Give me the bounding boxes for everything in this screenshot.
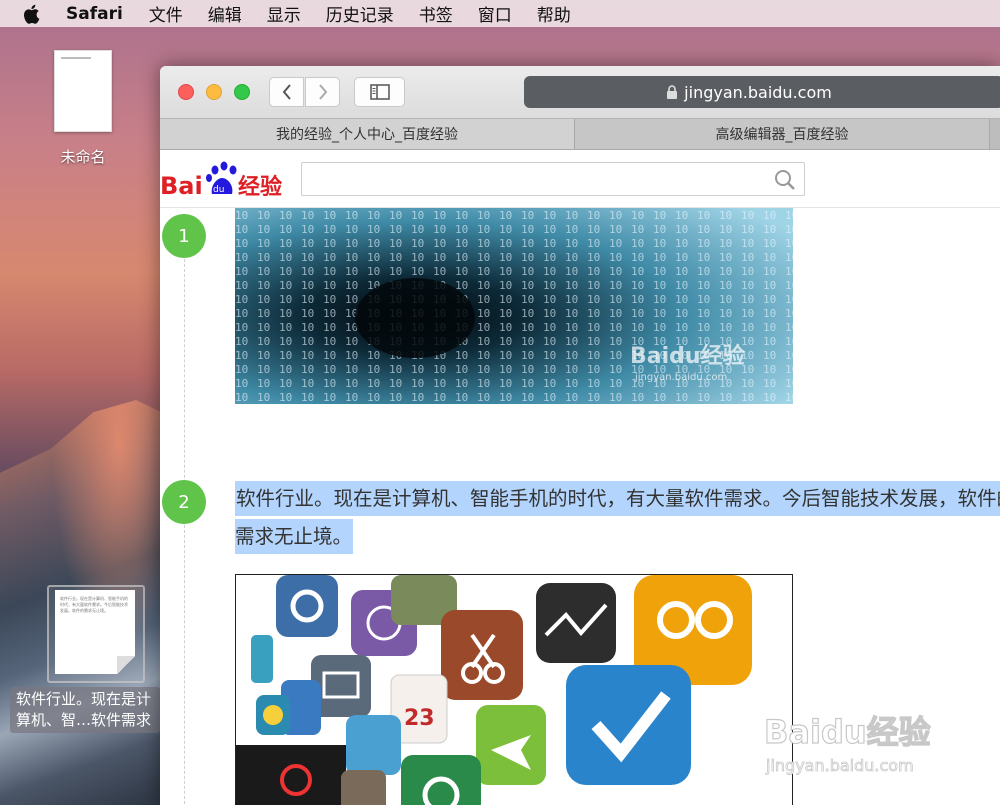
desktop-file-label-line1: 软件行业。现在是计 <box>16 690 152 708</box>
selected-text: 软件行业。现在是计算机、智能手机的时代，有大量软件需求。今后智能技术发展，软件的… <box>235 481 1000 554</box>
zoom-window-button[interactable] <box>234 84 250 100</box>
app-icons-image[interactable]: 23 <box>235 574 793 805</box>
svg-text:Bai: Bai <box>160 172 203 200</box>
svg-text:du: du <box>213 185 224 195</box>
menu-history[interactable]: 历史记录 <box>326 1 394 26</box>
app-icon-settings <box>276 575 338 637</box>
minimize-window-button[interactable] <box>206 84 222 100</box>
app-icon-emoji <box>256 695 290 735</box>
forward-button[interactable] <box>305 77 340 107</box>
svg-text:23: 23 <box>404 706 435 731</box>
tab-my-experience[interactable]: 我的经验_个人中心_百度经验 <box>160 119 576 149</box>
step-badge-2: 2 <box>162 480 206 524</box>
search-input[interactable] <box>302 163 762 195</box>
safari-window: jingyan.baidu.com 我的经验_个人中心_百度经验 高级编辑器_百… <box>160 66 1000 805</box>
address-bar[interactable]: jingyan.baidu.com <box>524 76 1000 108</box>
menu-file[interactable]: 文件 <box>149 1 183 26</box>
binary-tunnel-image[interactable]: 10 Baidu经验 jingyan.baidu.com <box>235 208 793 404</box>
chevron-left-icon <box>282 84 291 100</box>
menu-view[interactable]: 显示 <box>267 1 301 26</box>
window-toolbar: jingyan.baidu.com <box>160 66 1000 118</box>
menu-edit[interactable]: 编辑 <box>208 1 242 26</box>
menu-window[interactable]: 窗口 <box>478 1 512 26</box>
tab-overflow[interactable] <box>990 119 1000 149</box>
page-fold-icon <box>117 656 135 674</box>
step-2-text[interactable]: 软件行业。现在是计算机、智能手机的时代，有大量软件需求。今后智能技术发展，软件的… <box>235 480 1000 556</box>
search-box <box>301 162 805 196</box>
apple-icon[interactable] <box>22 4 40 24</box>
menu-help[interactable]: 帮助 <box>537 1 571 26</box>
close-window-button[interactable] <box>178 84 194 100</box>
svg-text:经验: 经验 <box>238 174 282 200</box>
menu-app-safari[interactable]: Safari <box>66 4 123 24</box>
article-content: 1 10 Baidu经验 jingy <box>160 208 1000 805</box>
sidebar-toggle-button[interactable] <box>354 77 405 107</box>
menu-bar: Safari 文件 编辑 显示 历史记录 书签 窗口 帮助 <box>0 0 1000 27</box>
step-timeline <box>184 254 185 805</box>
app-icon-target <box>401 755 481 805</box>
desktop-document-label[interactable]: 未命名 <box>40 146 126 167</box>
desktop-file-label[interactable]: 软件行业。现在是计 算机、智…软件需求 <box>10 687 160 733</box>
desktop-file-label-line2: 算机、智…软件需求 <box>16 711 152 729</box>
app-icon-device <box>236 745 346 805</box>
page-watermark-url: jingyan.baidu.com <box>765 756 914 775</box>
page-header: Bai du 经验 <box>160 150 1000 208</box>
app-icon-weather <box>346 715 401 775</box>
baidu-jingyan-logo[interactable]: Bai du 经验 <box>160 156 290 202</box>
search-icon[interactable] <box>774 169 796 191</box>
sidebar-icon <box>369 84 390 100</box>
app-icon-scissors <box>441 610 523 700</box>
app-icon-blue-square <box>251 635 273 683</box>
step-badge-1: 1 <box>162 214 206 258</box>
menu-bookmarks[interactable]: 书签 <box>419 1 453 26</box>
baidu-jingyan-watermark: Baidu经验 jingyan.baidu.com <box>764 712 931 775</box>
app-icon-checkmark <box>566 665 691 785</box>
image-watermark-text: Baidu经验 <box>630 343 745 369</box>
back-button[interactable] <box>269 77 304 107</box>
address-bar-url: jingyan.baidu.com <box>684 82 832 102</box>
page-watermark-text: Baidu经验 <box>764 713 931 751</box>
desktop-document-icon[interactable] <box>54 50 112 132</box>
app-icon-stocks <box>536 583 616 663</box>
tab-bar: 我的经验_个人中心_百度经验 高级编辑器_百度经验 <box>160 118 1000 150</box>
image-watermark-url: jingyan.baidu.com <box>634 372 727 383</box>
clipping-preview-text: 软件行业。现在是计算机、智能手机的时代，有大量软件需求。今后智能技术发展，软件的… <box>60 596 128 613</box>
chevron-right-icon <box>318 84 327 100</box>
tab-advanced-editor[interactable]: 高级编辑器_百度经验 <box>575 119 991 149</box>
app-icon-bottles <box>341 770 386 805</box>
app-icon-airplane <box>476 705 546 785</box>
lock-icon <box>667 84 678 99</box>
